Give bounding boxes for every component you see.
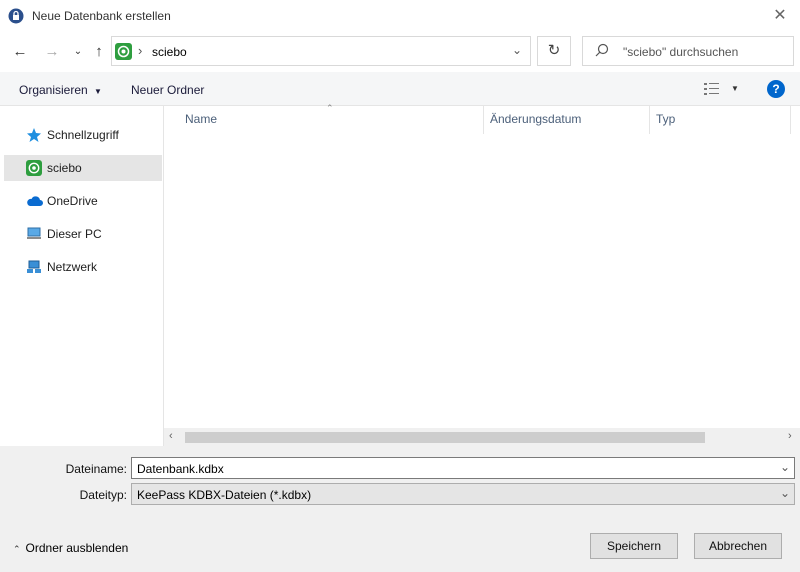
filename-input[interactable]: Datenbank.kdbx ⌄ (131, 457, 795, 479)
computer-icon (26, 226, 42, 242)
sidebar-item-sciebo[interactable]: sciebo (4, 155, 162, 181)
chevron-down-icon[interactable]: ⌄ (780, 460, 790, 474)
search-box[interactable]: "sciebo" durchsuchen (582, 36, 794, 66)
column-header-name[interactable]: Name (185, 112, 217, 138)
sidebar-item-network[interactable]: Netzwerk (4, 254, 162, 280)
keepass-lock-icon (8, 8, 24, 24)
sidebar-item-onedrive[interactable]: OneDrive (4, 188, 162, 214)
filetype-value: KeePass KDBX-Dateien (*.kdbx) (137, 488, 312, 502)
close-button[interactable]: ✕ (770, 6, 790, 26)
navigation-pane: Schnellzugriff sciebo OneDrive Dieser PC… (0, 106, 164, 446)
chevron-up-icon: ⌃ (13, 544, 21, 554)
dropdown-arrow-icon: ▼ (94, 87, 102, 96)
refresh-icon: ↻ (547, 42, 561, 59)
sidebar-item-label: sciebo (47, 161, 82, 175)
hide-folders-label: Ordner ausblenden (25, 541, 129, 555)
scrollbar-thumb[interactable] (185, 432, 705, 443)
chevron-down-icon[interactable]: ⌄ (780, 486, 790, 500)
sidebar-item-label: OneDrive (47, 194, 98, 208)
filetype-label: Dateityp: (79, 488, 127, 502)
column-divider[interactable] (790, 106, 791, 134)
filename-label: Dateiname: (65, 462, 127, 476)
sciebo-icon (26, 160, 42, 176)
column-header-date[interactable]: Änderungsdatum (490, 112, 581, 138)
breadcrumb-separator: › (138, 43, 143, 58)
file-list[interactable]: ⌃ Name Änderungsdatum Typ (164, 103, 800, 430)
column-divider[interactable] (483, 106, 484, 134)
sidebar-item-quick-access[interactable]: Schnellzugriff (4, 122, 162, 148)
recent-locations-button[interactable]: ⌄ (67, 41, 89, 63)
sidebar-item-label: Netzwerk (47, 260, 98, 274)
back-button[interactable]: ← (9, 41, 31, 63)
sidebar-item-label: Schnellzugriff (47, 128, 119, 142)
cancel-button[interactable]: Abbrechen (694, 533, 782, 559)
breadcrumb-sciebo[interactable]: sciebo (152, 45, 187, 59)
help-button[interactable]: ? (767, 80, 785, 98)
chevron-down-icon: ⌄ (73, 46, 83, 57)
view-dropdown-icon[interactable]: ▼ (731, 84, 739, 93)
view-options-icon[interactable] (704, 82, 720, 98)
address-dropdown-icon[interactable]: ⌄ (512, 43, 522, 57)
scroll-left-icon[interactable]: ‹ (169, 430, 173, 442)
new-folder-button[interactable]: Neuer Ordner (131, 83, 204, 97)
star-icon (26, 127, 42, 143)
up-button[interactable]: ↑ (88, 41, 110, 63)
window-title: Neue Datenbank erstellen (32, 9, 171, 23)
search-placeholder: "sciebo" durchsuchen (623, 45, 739, 59)
column-divider[interactable] (649, 106, 650, 134)
sidebar-item-this-pc[interactable]: Dieser PC (4, 221, 162, 247)
filetype-select[interactable]: KeePass KDBX-Dateien (*.kdbx) ⌄ (131, 483, 795, 505)
column-header-type[interactable]: Typ (656, 112, 675, 138)
address-bar[interactable]: › sciebo ⌄ (111, 36, 531, 66)
arrow-up-icon: ↑ (95, 43, 103, 60)
network-icon (26, 259, 42, 275)
command-bar (0, 72, 800, 106)
save-button[interactable]: Speichern (590, 533, 678, 559)
hide-folders-button[interactable]: ⌃ Ordner ausblenden (13, 541, 128, 555)
search-icon (595, 43, 609, 57)
cloud-icon (26, 193, 43, 209)
close-icon: ✕ (773, 7, 787, 24)
arrow-left-icon: ← (12, 43, 28, 60)
refresh-button[interactable]: ↻ (537, 36, 571, 66)
sort-ascending-icon: ⌃ (326, 103, 334, 113)
organize-button[interactable]: Organisieren ▼ (19, 83, 102, 97)
sciebo-icon (115, 43, 132, 60)
sidebar-item-label: Dieser PC (47, 227, 102, 241)
forward-button[interactable]: → (41, 41, 63, 63)
organize-label: Organisieren (19, 83, 88, 97)
arrow-right-icon: → (44, 43, 60, 60)
scroll-right-icon[interactable]: › (788, 430, 792, 442)
filename-value: Datenbank.kdbx (137, 462, 224, 476)
